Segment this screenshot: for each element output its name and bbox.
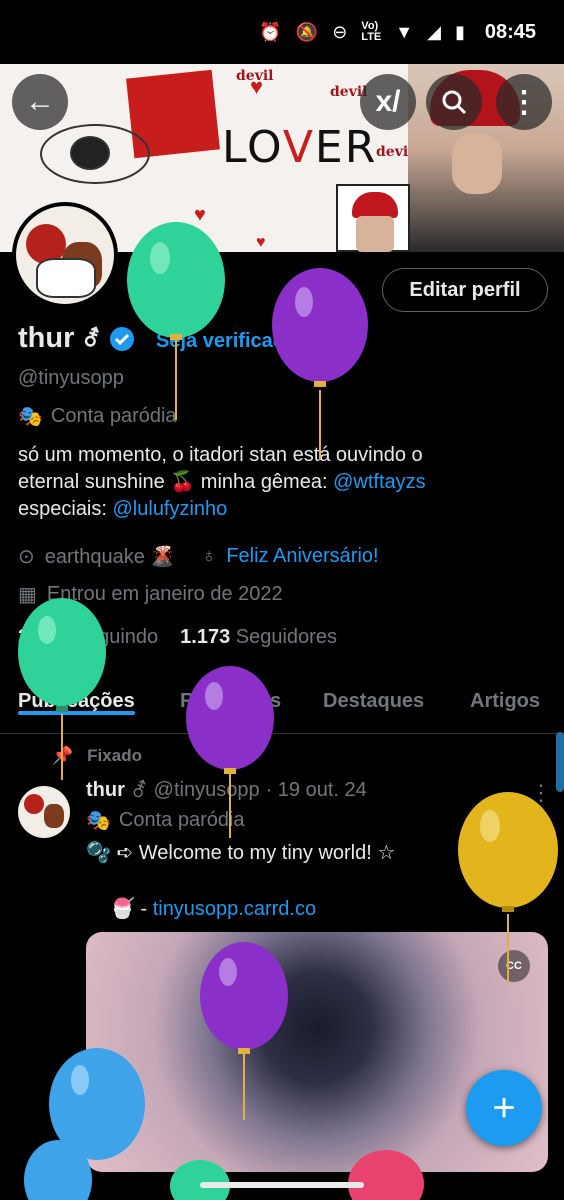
back-arrow-icon: ← xyxy=(25,85,55,118)
grok-button[interactable]: x/ xyxy=(360,74,416,130)
following-link[interactable]: 2.049 Seguindo xyxy=(18,626,158,649)
status-bar: ⏰ 🔕 ⊖ Vo) LTE ▼ ◢ ▮ 08:45 xyxy=(0,0,564,64)
clock: 08:45 xyxy=(484,20,536,43)
post-author[interactable]: thur xyxy=(86,779,125,802)
gender-symbol-icon: ⚦ xyxy=(82,325,101,351)
post-link-row: 🍧 - tinyusopp.carrd.co xyxy=(110,898,317,920)
joined-row: ▦ Entrou em janeiro de 2022 xyxy=(18,583,283,606)
post-text: 🫧 ➪ Welcome to my tiny world! ☆ xyxy=(86,842,396,864)
alarm-icon: ⏰ xyxy=(259,22,282,42)
tab-destaques[interactable]: Destaques xyxy=(323,680,424,713)
post-url-link[interactable]: tinyusopp.carrd.co xyxy=(153,898,316,920)
gesture-nav-pill[interactable] xyxy=(200,1182,364,1188)
balloon-icon xyxy=(272,268,368,460)
tab-artigos[interactable]: Artigos xyxy=(470,680,540,713)
heart-icon: ♥ xyxy=(250,74,264,99)
balloon-icon xyxy=(24,1140,92,1200)
more-button[interactable]: ⋮ xyxy=(496,74,552,130)
wifi-icon: ▼ xyxy=(395,22,414,42)
post-header: thur ⚦ @tinyusopp · 19 out. 24 xyxy=(86,778,367,803)
heart-icon: ♥ xyxy=(256,234,266,251)
post-more-icon[interactable]: ⋮ xyxy=(530,780,552,806)
mention-link[interactable]: @lulufyzinho xyxy=(113,498,228,520)
mask-icon: 🎭 xyxy=(18,406,43,428)
balloon-icon: ♁ xyxy=(201,545,217,567)
pin-icon: 📌 xyxy=(52,746,74,765)
profile-name-row: thur ⚦ xyxy=(18,322,135,355)
captions-button[interactable]: CC xyxy=(498,950,530,982)
compose-post-button[interactable]: + xyxy=(466,1070,542,1146)
profile-handle: @tinyusopp xyxy=(18,367,124,389)
calendar-icon: ▦ xyxy=(18,584,37,606)
post-parody-label: 🎭 Conta paródia xyxy=(86,809,245,832)
mention-link[interactable]: @wtftayzs xyxy=(333,471,426,493)
back-button[interactable]: ← xyxy=(12,74,68,130)
banner-lover-text: LOVER xyxy=(222,122,378,173)
search-button[interactable] xyxy=(426,74,482,130)
banner-thumbnail xyxy=(336,184,410,252)
profile-meta-row: ⊙ earthquake 🌋 ♁ Feliz Aniversário! xyxy=(18,544,379,569)
post-avatar[interactable] xyxy=(18,786,70,838)
birthday-link[interactable]: Feliz Aniversário! xyxy=(226,545,378,568)
signal-icon: ◢ xyxy=(427,22,441,42)
mask-icon: 🎭 xyxy=(86,810,111,832)
get-verified-link[interactable]: Seja verificado xyxy=(156,330,297,353)
profile-name: thur xyxy=(18,322,75,354)
tab-publicacoes[interactable]: Publicações xyxy=(18,680,135,715)
heart-icon: ♥ xyxy=(194,204,206,226)
follow-stats: 2.049 Seguindo 1.173 Seguidores xyxy=(18,626,337,649)
banner-face xyxy=(452,134,502,194)
gender-symbol-icon: ⚦ xyxy=(130,780,148,802)
dnd-icon: ⊖ xyxy=(332,22,348,42)
profile-tabs: Publicações Respostas Destaques Artigos xyxy=(0,680,564,734)
battery-icon: ▮ xyxy=(454,22,465,42)
verified-badge-icon[interactable] xyxy=(109,326,135,352)
post-date: · 19 out. 24 xyxy=(265,779,367,801)
avatar[interactable] xyxy=(12,202,118,308)
plus-icon: + xyxy=(492,1085,516,1130)
edit-profile-button[interactable]: Editar perfil xyxy=(382,268,548,312)
pinned-indicator: 📌 Fixado xyxy=(52,746,142,765)
mute-icon: 🔕 xyxy=(295,22,319,42)
profile-bio: só um momento, o itadori stan está ouvin… xyxy=(18,444,426,520)
search-icon xyxy=(442,90,467,115)
scrollbar[interactable] xyxy=(556,732,564,792)
location-text: earthquake 🌋 xyxy=(44,546,176,568)
location-pin-icon: ⊙ xyxy=(18,546,35,568)
tab-respostas[interactable]: Respostas xyxy=(180,680,281,713)
grok-icon: x/ xyxy=(375,85,401,118)
parody-label: 🎭 Conta paródia xyxy=(18,405,177,428)
more-options-icon: ⋮ xyxy=(509,85,539,119)
banner-sketch-pupil xyxy=(70,136,110,170)
volte-icon: Vo) LTE xyxy=(361,20,382,43)
post-handle: @tinyusopp xyxy=(153,779,260,801)
followers-link[interactable]: 1.173 Seguidores xyxy=(180,626,337,649)
